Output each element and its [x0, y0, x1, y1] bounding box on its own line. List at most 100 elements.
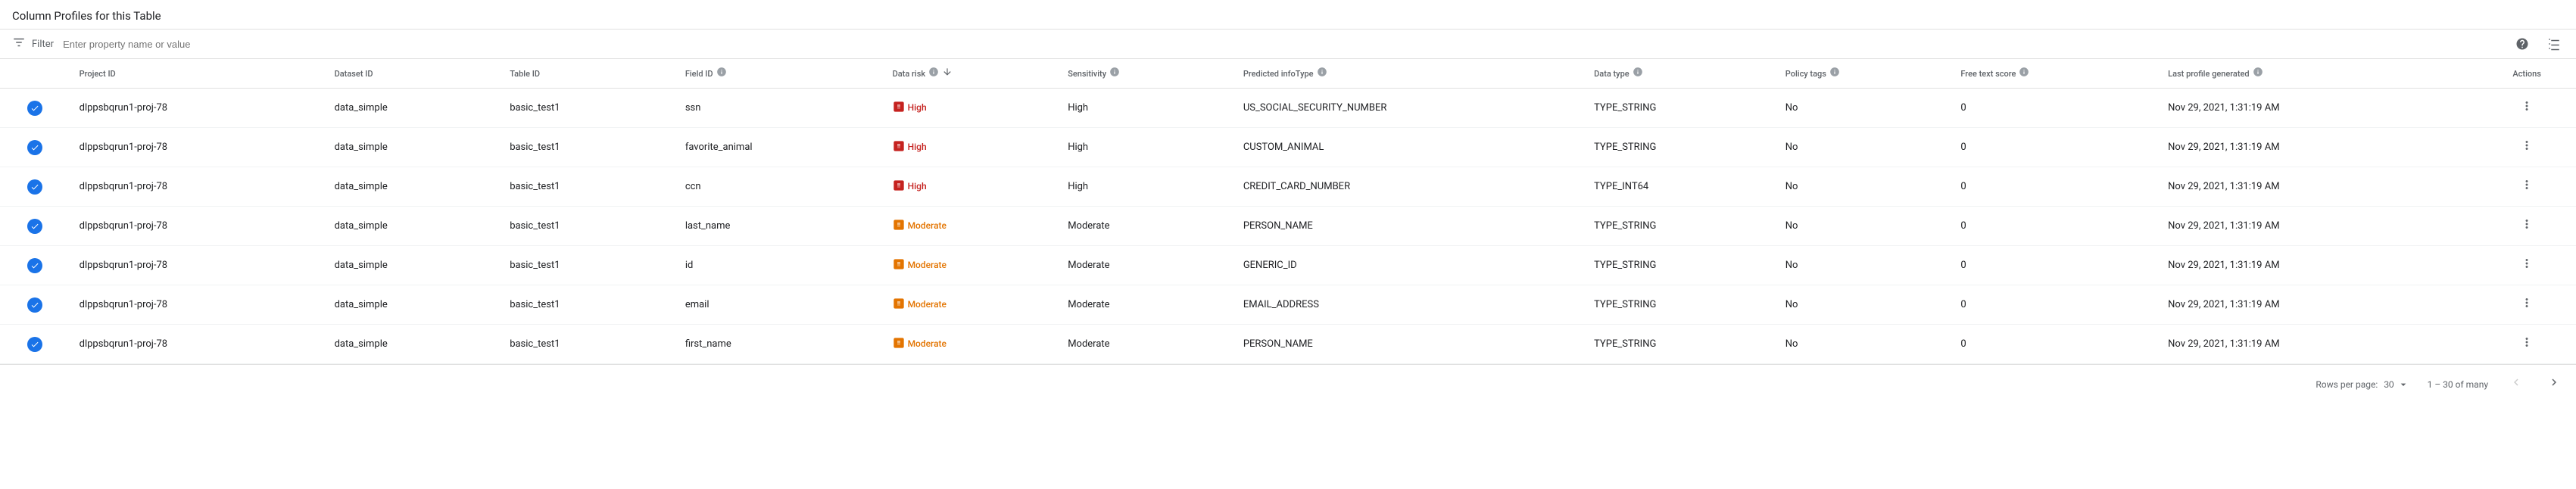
- sensitivity-cell: Moderate: [1059, 246, 1234, 285]
- predicted-infoType-cell: PERSON_NAME: [1234, 207, 1585, 246]
- data-risk-cell: !! High: [884, 167, 1059, 207]
- toolbar: Filter: [0, 29, 2576, 59]
- free-text-score-cell: 0: [1951, 325, 2159, 364]
- risk-badge-label: Moderate: [908, 338, 947, 349]
- free-text-score-cell: 0: [1951, 285, 2159, 325]
- freetext-help-icon[interactable]: [2019, 67, 2029, 80]
- predicted-infoType-cell: CUSTOM_ANIMAL: [1234, 128, 1585, 167]
- field-id-cell: last_name: [676, 207, 884, 246]
- sensitivity-cell: Moderate: [1059, 207, 1234, 246]
- dataset-id-cell: data_simple: [326, 207, 501, 246]
- sensitivity-cell: Moderate: [1059, 285, 1234, 325]
- col-header-data-risk: Data risk: [884, 59, 1059, 89]
- policy-tags-cell: No: [1776, 207, 1952, 246]
- risk-badge-icon: !!: [893, 297, 905, 312]
- dataset-id-cell: data_simple: [326, 246, 501, 285]
- last-profile-cell: Nov 29, 2021, 1:31:19 AM: [2159, 285, 2478, 325]
- sensitivity-cell: High: [1059, 167, 1234, 207]
- svg-text:!!: !!: [897, 260, 900, 267]
- data-risk-cell: !! Moderate: [884, 325, 1059, 364]
- page-title: Column Profiles for this Table: [0, 0, 2576, 29]
- data-type-cell: TYPE_INT64: [1585, 167, 1776, 207]
- next-page-button[interactable]: [2544, 372, 2564, 396]
- policy-tags-cell: No: [1776, 89, 1952, 128]
- status-icon: [27, 101, 42, 116]
- row-actions-button[interactable]: [2517, 254, 2537, 277]
- risk-badge-icon: !!: [893, 179, 905, 194]
- row-actions-button[interactable]: [2517, 293, 2537, 316]
- table-id-cell: basic_test1: [501, 325, 676, 364]
- project-id-cell: dlppsbqrun1-proj-78: [70, 285, 326, 325]
- page-info: 1 – 30 of many: [2428, 379, 2488, 390]
- svg-text:!!: !!: [897, 221, 900, 228]
- dataset-id-cell: data_simple: [326, 128, 501, 167]
- status-cell: [0, 325, 70, 364]
- predicted-infoType-cell: US_SOCIAL_SECURITY_NUMBER: [1234, 89, 1585, 128]
- last-profile-cell: Nov 29, 2021, 1:31:19 AM: [2159, 89, 2478, 128]
- actions-cell: [2478, 128, 2576, 167]
- status-cell: [0, 285, 70, 325]
- filter-label: Filter: [32, 39, 54, 50]
- status-cell: [0, 167, 70, 207]
- filter-input[interactable]: [63, 39, 2506, 50]
- data-risk-cell: !! Moderate: [884, 285, 1059, 325]
- lastProfile-help-icon[interactable]: [2253, 67, 2263, 80]
- project-id-cell: dlppsbqrun1-proj-78: [70, 325, 326, 364]
- risk-badge-label: Moderate: [908, 220, 947, 231]
- help-button[interactable]: [2512, 34, 2532, 54]
- data-risk-cell: !! High: [884, 89, 1059, 128]
- project-id-cell: dlppsbqrun1-proj-78: [70, 246, 326, 285]
- table-id-cell: basic_test1: [501, 167, 676, 207]
- columns-button[interactable]: [2544, 34, 2564, 54]
- sensitivity-help-icon[interactable]: [1109, 67, 1120, 80]
- col-header-field: Field ID: [676, 59, 884, 89]
- last-profile-cell: Nov 29, 2021, 1:31:19 AM: [2159, 325, 2478, 364]
- field-id-cell: ccn: [676, 167, 884, 207]
- filter-icon: [12, 36, 26, 52]
- rows-per-page-select[interactable]: 30: [2384, 378, 2409, 391]
- policy-tags-cell: No: [1776, 285, 1952, 325]
- data-type-cell: TYPE_STRING: [1585, 285, 1776, 325]
- table-row: dlppsbqrun1-proj-78 data_simple basic_te…: [0, 285, 2576, 325]
- policy-help-icon[interactable]: [1829, 67, 1840, 80]
- field-id-cell: email: [676, 285, 884, 325]
- table-id-cell: basic_test1: [501, 246, 676, 285]
- table-row: dlppsbqrun1-proj-78 data_simple basic_te…: [0, 89, 2576, 128]
- dataset-id-cell: data_simple: [326, 325, 501, 364]
- row-actions-button[interactable]: [2517, 332, 2537, 356]
- predicted-infoType-cell: GENERIC_ID: [1234, 246, 1585, 285]
- footer: Rows per page: 30 1 – 30 of many: [0, 364, 2576, 403]
- dataType-help-icon[interactable]: [1633, 67, 1643, 80]
- row-actions-button[interactable]: [2517, 175, 2537, 198]
- row-actions-button[interactable]: [2517, 96, 2537, 120]
- infoType-help-icon[interactable]: [1317, 67, 1327, 80]
- risk-badge-icon: !!: [893, 219, 905, 233]
- svg-text:!!: !!: [897, 103, 900, 110]
- status-icon: [27, 337, 42, 352]
- project-id-cell: dlppsbqrun1-proj-78: [70, 207, 326, 246]
- data-risk-sort-icon[interactable]: [942, 67, 953, 80]
- policy-tags-cell: No: [1776, 128, 1952, 167]
- data-type-cell: TYPE_STRING: [1585, 89, 1776, 128]
- row-actions-button[interactable]: [2517, 135, 2537, 159]
- dataset-id-cell: data_simple: [326, 285, 501, 325]
- dataset-id-cell: data_simple: [326, 167, 501, 207]
- prev-page-button[interactable]: [2506, 372, 2526, 396]
- data-risk-cell: !! Moderate: [884, 207, 1059, 246]
- data-type-cell: TYPE_STRING: [1585, 207, 1776, 246]
- free-text-score-cell: 0: [1951, 207, 2159, 246]
- col-header-actions: Actions: [2478, 59, 2576, 89]
- row-actions-button[interactable]: [2517, 214, 2537, 238]
- risk-badge-label: High: [908, 181, 927, 192]
- policy-tags-cell: No: [1776, 325, 1952, 364]
- risk-badge-label: High: [908, 102, 927, 113]
- risk-badge-label: High: [908, 142, 927, 152]
- data-risk-help-icon[interactable]: [928, 67, 939, 80]
- free-text-score-cell: 0: [1951, 128, 2159, 167]
- policy-tags-cell: No: [1776, 246, 1952, 285]
- dataset-id-cell: data_simple: [326, 89, 501, 128]
- field-id-help-icon[interactable]: [716, 67, 727, 80]
- data-risk-cell: !! Moderate: [884, 246, 1059, 285]
- risk-badge-label: Moderate: [908, 299, 947, 310]
- status-cell: [0, 128, 70, 167]
